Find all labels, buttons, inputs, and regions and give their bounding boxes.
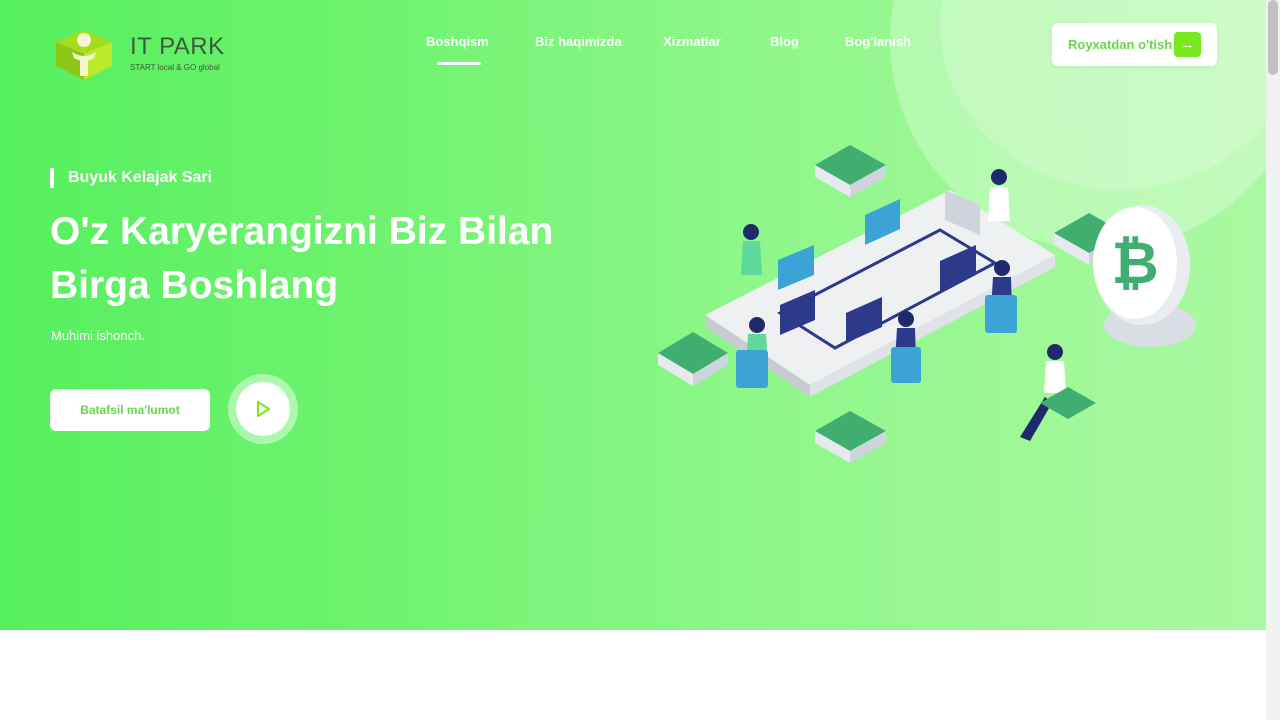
nav-item-xizmatlar[interactable]: Xizmatlar (663, 34, 721, 49)
svg-text:₿: ₿ (1111, 229, 1158, 297)
nav-item-biz-haqimizda[interactable]: Biz haqimizda (535, 34, 622, 49)
play-icon (257, 401, 270, 417)
scrollbar-thumb[interactable] (1268, 0, 1278, 75)
hero-headline-line1: O'z Karyerangizni Biz Bilan (50, 210, 554, 253)
hero-eyebrow: Buyuk Kelajak Sari (50, 168, 212, 188)
play-video-button[interactable] (228, 374, 298, 444)
logo[interactable]: IT PARK START local & GO global (50, 22, 225, 84)
nav-item-blog[interactable]: Blog (770, 34, 799, 49)
arrow-right-icon: → (1174, 32, 1201, 57)
brand-name: IT PARK (130, 33, 225, 60)
hero-section: IT PARK START local & GO global Boshqism… (0, 0, 1266, 630)
register-button-label: Royxatdan o'tish (1068, 37, 1173, 52)
nav-active-indicator (437, 62, 481, 65)
hero-headline: O'z Karyerangizni Biz Bilan Birga Boshla… (50, 205, 610, 313)
it-park-logo-icon (56, 30, 112, 80)
hero-headline-line2: Birga Boshlang (50, 264, 339, 307)
more-info-button-label: Batafsil ma'lumot (80, 403, 180, 417)
register-button[interactable]: Royxatdan o'tish → (1052, 23, 1217, 66)
hero-subtext: Muhimi ishonch. (51, 328, 145, 343)
nav-item-boglanish[interactable]: Bog'lanish (845, 34, 911, 49)
scrollbar-track[interactable] (1266, 0, 1280, 720)
office-illustration: ₿ (658, 145, 1196, 463)
brand-tagline: START local & GO global (130, 63, 220, 72)
nav-item-boshqism[interactable]: Boshqism (426, 34, 489, 49)
bitcoin-coin: ₿ (1093, 205, 1196, 347)
more-info-button[interactable]: Batafsil ma'lumot (50, 389, 210, 431)
hero-eyebrow-text: Buyuk Kelajak Sari (68, 169, 213, 186)
